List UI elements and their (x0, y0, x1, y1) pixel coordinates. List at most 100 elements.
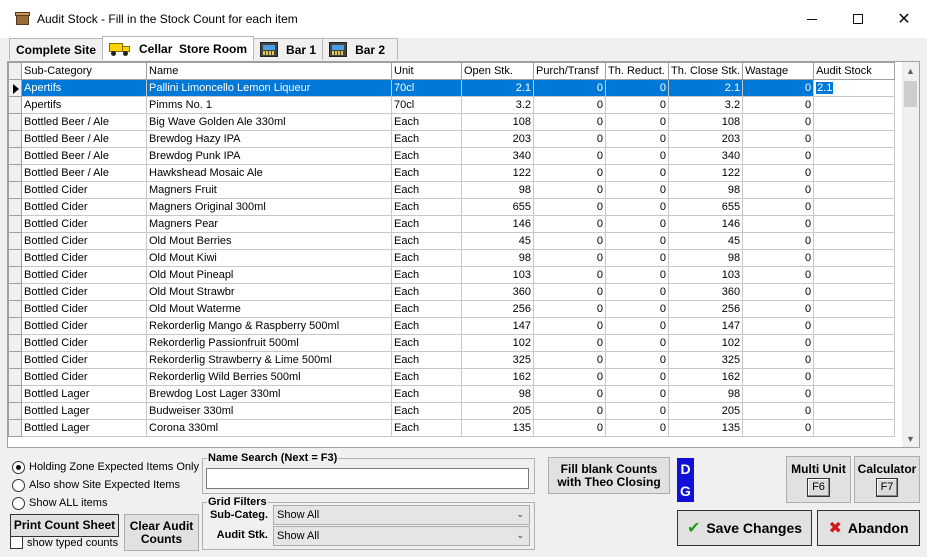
row-indicator[interactable] (8, 113, 22, 131)
row-indicator[interactable] (8, 368, 22, 386)
table-row[interactable]: Bottled Lager Corona 330ml Each 135 0 0 135 0 (8, 419, 896, 437)
row-indicator[interactable] (8, 232, 22, 250)
maximize-button[interactable] (835, 0, 881, 38)
audit-stock-cell[interactable] (813, 300, 896, 318)
audit-stock-cell[interactable] (813, 368, 896, 386)
table-row[interactable]: Bottled Cider Old Mout Pineapl Each 103 0 0 10… (8, 266, 896, 284)
table-row[interactable]: Bottled Beer / Ale Big Wave Golden Ale 33… (8, 113, 896, 131)
audit-stock-cell[interactable] (813, 402, 896, 420)
table-row[interactable]: Bottled Beer / Ale Hawkshead Mosaic Ale Ea… (8, 164, 896, 182)
audit-stock-cell[interactable] (813, 164, 896, 182)
scroll-up-icon[interactable]: ▲ (902, 62, 919, 79)
vertical-scrollbar[interactable]: ▲ ▼ (902, 62, 919, 447)
row-indicator[interactable] (8, 249, 22, 267)
column-header[interactable]: Open Stk. (461, 62, 534, 80)
table-row[interactable]: Bottled Cider Rekorderlig Mango & Raspber… (8, 317, 896, 335)
row-indicator[interactable] (8, 181, 22, 199)
sub-categ-select[interactable]: Show All ⌄ (273, 505, 530, 525)
audit-stock-cell[interactable] (813, 334, 896, 352)
tab-bar-1[interactable]: Bar 1 (253, 38, 324, 60)
minimize-button[interactable] (789, 0, 835, 38)
fill-blank-counts-button[interactable]: Fill blank Counts with Theo Closing (548, 457, 670, 494)
column-header[interactable]: Th. Reduct. (605, 62, 669, 80)
row-indicator[interactable] (8, 351, 22, 369)
table-row[interactable]: Bottled Cider Old Mout Kiwi Each 98 0 0 98 0 (8, 249, 896, 267)
table-row[interactable]: Bottled Cider Old Mout Waterme Each 256 0 0 25… (8, 300, 896, 318)
table-row[interactable]: Bottled Lager Brewdog Lost Lager 330ml Eac… (8, 385, 896, 403)
table-row[interactable]: Bottled Cider Old Mout Strawbr Each 360 0 0 36… (8, 283, 896, 301)
column-header[interactable]: Wastage (742, 62, 815, 80)
save-changes-button[interactable]: ✔ Save Changes (677, 510, 812, 546)
row-indicator[interactable] (8, 317, 22, 335)
audit-stock-cell[interactable] (813, 113, 896, 131)
column-header[interactable]: Unit (391, 62, 462, 80)
row-indicator[interactable] (8, 164, 22, 182)
scroll-thumb[interactable] (904, 81, 917, 107)
print-count-sheet-button[interactable]: Print Count Sheet (10, 514, 119, 537)
tab-complete-site[interactable]: Complete Site (9, 38, 104, 60)
table-row[interactable]: Bottled Cider Rekorderlig Strawberry & Li… (8, 351, 896, 369)
clear-audit-counts-button[interactable]: Clear Audit Counts (124, 514, 199, 551)
row-indicator[interactable] (8, 130, 22, 148)
column-header[interactable]: Audit Stock (813, 62, 896, 80)
row-indicator[interactable] (8, 283, 22, 301)
audit-stock-cell[interactable] (813, 249, 896, 267)
table-row[interactable]: Bottled Cider Old Mout Berries Each 45 0 0 45 0 (8, 232, 896, 250)
table-row[interactable]: Bottled Lager Budweiser 330ml Each 205 0 0 205… (8, 402, 896, 420)
table-row[interactable]: Bottled Cider Magners Original 300ml Each 6… (8, 198, 896, 216)
column-header[interactable]: Name (146, 62, 392, 80)
audit-stock-cell[interactable] (813, 198, 896, 216)
show-typed-counts-checkbox[interactable] (10, 536, 23, 549)
column-header[interactable]: Th. Close Stk. (667, 62, 744, 80)
row-indicator[interactable] (8, 96, 22, 114)
calculator-button[interactable]: Calculator F7 (854, 456, 920, 503)
stock-grid[interactable]: Sub-Category Name Unit Open Stk. Purch/T… (7, 61, 920, 448)
radio-button[interactable] (12, 460, 25, 474)
audit-stock-cell[interactable] (813, 351, 896, 369)
row-indicator[interactable] (8, 79, 22, 97)
audit-stock-cell[interactable] (813, 385, 896, 403)
row-indicator[interactable] (8, 266, 22, 284)
multi-unit-button[interactable]: Multi Unit F6 (786, 456, 851, 503)
name-search-input[interactable] (206, 468, 529, 489)
row-indicator[interactable] (8, 215, 22, 233)
scroll-down-icon[interactable]: ▼ (902, 430, 919, 447)
tab-cellar-store-room[interactable]: Cellar Store Room (102, 36, 255, 60)
audit-stock-cell[interactable] (813, 96, 896, 114)
radio-button[interactable] (12, 478, 25, 492)
row-indicator[interactable] (8, 419, 22, 437)
scope-option-site-expected[interactable]: Also show Site Expected Items (12, 476, 199, 494)
table-row[interactable]: Bottled Beer / Ale Brewdog Hazy IPA Each 20… (8, 130, 896, 148)
close-button[interactable]: ✕ (881, 0, 927, 38)
audit-stock-cell[interactable] (813, 130, 896, 148)
scope-option-show-all[interactable]: Show ALL items (12, 494, 199, 512)
audit-stock-cell[interactable]: 2.1 (813, 79, 896, 97)
table-row[interactable]: Apertifs Pimms No. 1 70cl 3.2 0 0 3.2 0 (8, 96, 896, 114)
audit-stock-cell[interactable] (813, 147, 896, 165)
radio-button[interactable] (12, 496, 25, 510)
table-row[interactable]: Bottled Cider Magners Pear Each 146 0 0 146 0 (8, 215, 896, 233)
audit-stk-select[interactable]: Show All ⌄ (273, 526, 530, 546)
audit-stock-cell[interactable] (813, 283, 896, 301)
column-header[interactable]: Purch/Transf (533, 62, 606, 80)
row-indicator[interactable] (8, 198, 22, 216)
audit-stock-cell[interactable] (813, 317, 896, 335)
row-indicator[interactable] (8, 334, 22, 352)
audit-stock-cell[interactable] (813, 215, 896, 233)
table-row[interactable]: Bottled Cider Rekorderlig Wild Berries 50… (8, 368, 896, 386)
row-indicator[interactable] (8, 147, 22, 165)
table-row[interactable]: Apertifs Pallini Limoncello Lemon Liqueur… (8, 79, 896, 97)
scope-option-holding-zone[interactable]: Holding Zone Expected Items Only (12, 458, 199, 476)
row-indicator[interactable] (8, 300, 22, 318)
table-row[interactable]: Bottled Cider Rekorderlig Passionfruit 50… (8, 334, 896, 352)
table-row[interactable]: Bottled Beer / Ale Brewdog Punk IPA Each 34… (8, 147, 896, 165)
tab-bar-2[interactable]: Bar 2 (322, 38, 399, 60)
row-indicator[interactable] (8, 402, 22, 420)
audit-stock-cell[interactable] (813, 266, 896, 284)
show-typed-counts[interactable]: show typed counts (10, 536, 118, 549)
audit-stock-cell[interactable] (813, 181, 896, 199)
table-row[interactable]: Bottled Cider Magners Fruit Each 98 0 0 98 0 (8, 181, 896, 199)
audit-stock-cell[interactable] (813, 419, 896, 437)
audit-stock-cell[interactable] (813, 232, 896, 250)
abandon-button[interactable]: ✖ Abandon (817, 510, 920, 546)
